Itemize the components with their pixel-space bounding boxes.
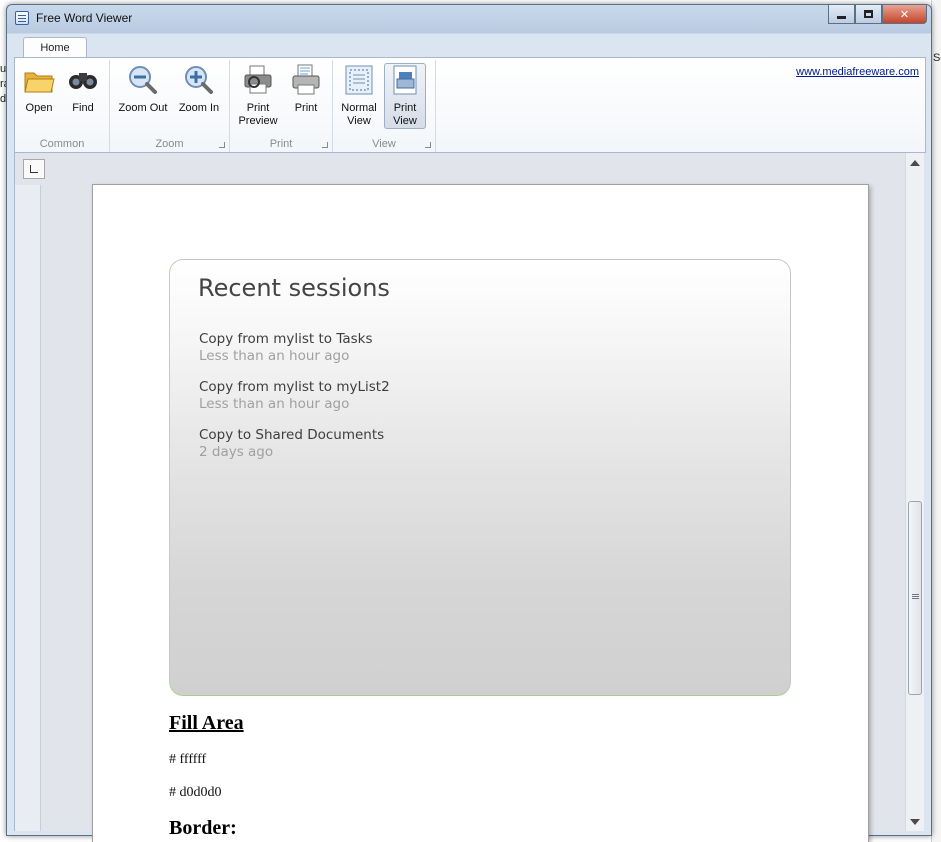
folder-icon xyxy=(23,64,55,96)
maximize-icon xyxy=(864,10,873,18)
fill-area-heading: Fill Area xyxy=(169,712,244,734)
open-button[interactable]: Open xyxy=(19,64,59,115)
window-controls: ✕ xyxy=(828,5,927,24)
ribbon-group-common: Open Find Common xyxy=(15,60,110,152)
zoom-in-label: Zoom In xyxy=(178,102,220,114)
website-link[interactable]: www.mediafreeware.com xyxy=(796,66,919,78)
session-item: Copy from mylist to myList2 Less than an… xyxy=(199,379,390,413)
minimize-icon xyxy=(837,15,846,19)
document-area[interactable]: Recent sessions Copy from mylist to Task… xyxy=(14,153,912,842)
ribbon-group-view: Normal View Print View View xyxy=(333,60,436,152)
ruler-toggle-button[interactable] xyxy=(23,159,45,179)
maximize-button[interactable] xyxy=(855,5,882,24)
zoom-out-icon xyxy=(127,64,159,96)
border-heading: Border: xyxy=(169,817,237,839)
session-item: Copy from mylist to Tasks Less than an h… xyxy=(199,331,373,365)
session-time: Less than an hour ago xyxy=(199,348,350,364)
ribbon-group-zoom: Zoom Out Zoom In Zoom xyxy=(110,60,230,152)
ribbon-group-print: Print Preview Print Print xyxy=(230,60,333,152)
session-name: Copy from mylist to myList2 xyxy=(199,379,390,395)
window-title: Free Word Viewer xyxy=(36,11,133,25)
vertical-scrollbar[interactable] xyxy=(905,153,924,831)
print-label: Print xyxy=(294,102,318,114)
ribbon: Open Find Common Zoom Out Zoom In Zoom P… xyxy=(14,57,926,153)
minimize-button[interactable] xyxy=(828,5,855,24)
session-time: 2 days ago xyxy=(199,444,274,460)
open-label: Open xyxy=(25,102,53,114)
zoom-out-label: Zoom Out xyxy=(118,102,168,114)
printer-icon xyxy=(290,64,322,96)
binoculars-icon xyxy=(67,64,99,96)
zoom-out-button[interactable]: Zoom Out xyxy=(116,64,170,115)
print-view-label: Print View xyxy=(393,102,417,127)
close-icon: ✕ xyxy=(899,8,910,21)
print-group-launcher-icon[interactable] xyxy=(322,142,328,148)
group-label-common: Common xyxy=(39,138,85,150)
find-button[interactable]: Find xyxy=(63,64,103,115)
vertical-ruler xyxy=(15,185,41,831)
bg-fragment: Se xyxy=(933,52,941,64)
zoom-in-button[interactable]: Zoom In xyxy=(174,64,224,115)
normal-view-icon xyxy=(343,64,375,96)
app-icon[interactable] xyxy=(15,11,29,25)
color-value: # d0d0d0 xyxy=(169,785,222,800)
app-window: Free Word Viewer ✕ Home Open Find Common… xyxy=(6,4,932,842)
print-preview-icon xyxy=(242,64,274,96)
recent-sessions-image: Recent sessions Copy from mylist to Task… xyxy=(169,259,791,696)
scroll-thumb[interactable] xyxy=(908,501,922,695)
session-name: Copy to Shared Documents xyxy=(199,427,385,443)
group-label-view: View xyxy=(372,138,396,150)
background-window-right: Se xyxy=(931,0,941,842)
close-button[interactable]: ✕ xyxy=(882,5,927,24)
grip-icon xyxy=(912,594,919,595)
color-value: # ffffff xyxy=(169,752,207,767)
print-preview-label: Print Preview xyxy=(238,102,278,127)
print-view-icon xyxy=(389,64,421,96)
zoom-in-icon xyxy=(183,64,215,96)
normal-view-button[interactable]: Normal View xyxy=(337,64,381,128)
document-page[interactable]: Recent sessions Copy from mylist to Task… xyxy=(92,184,869,842)
print-button[interactable]: Print xyxy=(286,64,326,115)
scroll-up-icon[interactable] xyxy=(910,160,920,166)
normal-view-label: Normal View xyxy=(341,102,377,127)
recent-sessions-title: Recent sessions xyxy=(198,274,390,302)
ribbon-tab-row: Home xyxy=(14,33,926,59)
group-label-print: Print xyxy=(269,138,293,150)
find-label: Find xyxy=(72,102,94,114)
scroll-down-icon[interactable] xyxy=(910,819,920,825)
print-preview-button[interactable]: Print Preview xyxy=(234,64,282,128)
print-view-button[interactable]: Print View xyxy=(384,63,426,129)
group-label-zoom: Zoom xyxy=(155,138,184,150)
zoom-group-launcher-icon[interactable] xyxy=(219,142,225,148)
view-group-launcher-icon[interactable] xyxy=(425,142,431,148)
tab-home[interactable]: Home xyxy=(23,37,87,59)
session-item: Copy to Shared Documents 2 days ago xyxy=(199,427,384,461)
session-name: Copy from mylist to Tasks xyxy=(199,331,373,347)
session-time: Less than an hour ago xyxy=(199,396,350,412)
title-bar[interactable]: Free Word Viewer ✕ xyxy=(7,5,931,31)
